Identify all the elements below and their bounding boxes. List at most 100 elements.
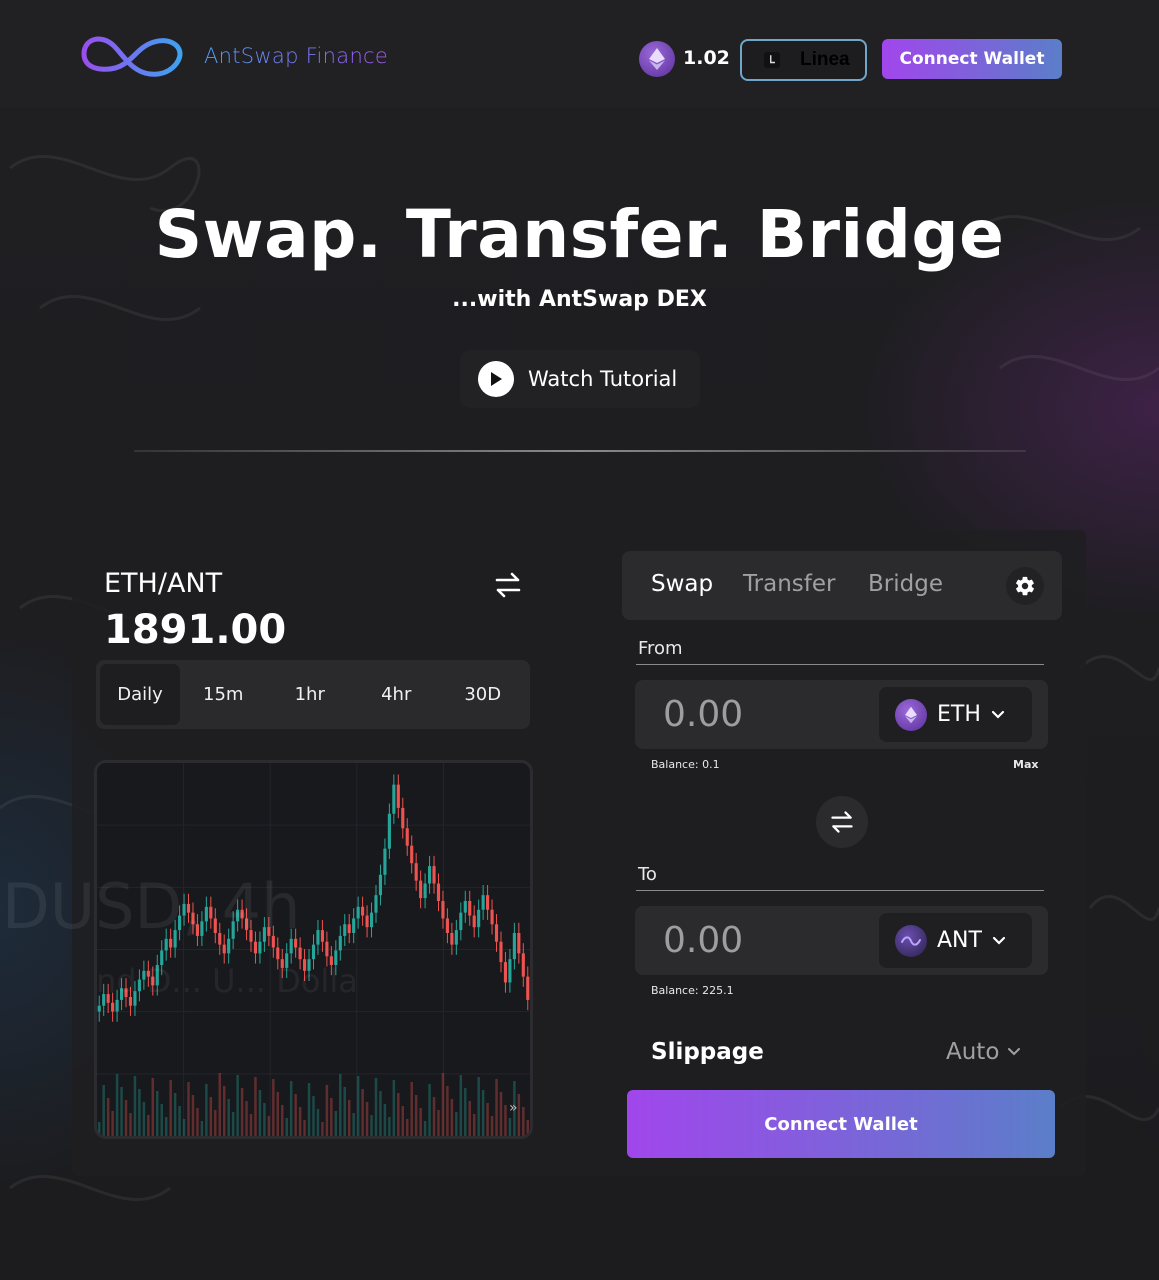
volume-bar [245, 1101, 248, 1136]
swap-pair-icon[interactable] [493, 570, 523, 600]
candle-body [253, 941, 258, 954]
candle-body [454, 930, 458, 945]
candle-body [365, 915, 369, 928]
to-amount-input[interactable] [663, 918, 863, 962]
candle-body [298, 947, 302, 960]
to-amount-box: ANT [635, 906, 1048, 975]
volume-bar [325, 1085, 329, 1136]
chart-scroll-right-icon[interactable]: » [509, 1100, 518, 1116]
volume-bar [383, 1104, 387, 1136]
volume-bar [481, 1090, 485, 1136]
volume-bar [379, 1091, 382, 1136]
volume-bar [294, 1094, 297, 1136]
candle-body [169, 938, 173, 948]
candle-body [124, 988, 128, 997]
timeframe-15m[interactable]: 15m [180, 664, 267, 725]
volume-bar [222, 1086, 226, 1136]
volume-bar [209, 1097, 213, 1136]
volume-bar [455, 1112, 458, 1136]
volume-bar [339, 1074, 342, 1136]
volume-bar [178, 1106, 181, 1136]
tab-bridge[interactable]: Bridge [868, 571, 943, 597]
antswap-logo-icon[interactable] [80, 32, 186, 80]
volume-bar [205, 1084, 208, 1136]
volume-bar [227, 1099, 230, 1136]
watch-tutorial-label: Watch Tutorial [528, 367, 678, 391]
timeframe-1hr[interactable]: 1hr [267, 664, 354, 725]
volume-bar [397, 1093, 400, 1136]
price-chart[interactable] [94, 760, 533, 1139]
volume-bar [321, 1122, 324, 1136]
candle-body [195, 924, 200, 936]
slippage-value: Auto [946, 1039, 1000, 1065]
candle-body [486, 895, 490, 910]
candle-body [133, 991, 137, 1006]
candle-body [106, 994, 110, 1003]
watch-tutorial-button[interactable]: Watch Tutorial [460, 350, 700, 408]
candle-body [146, 970, 150, 977]
timeframe-30d[interactable]: 30D [440, 664, 527, 725]
connect-wallet-header-button[interactable]: Connect Wallet [882, 39, 1062, 79]
timeframe-4hr[interactable]: 4hr [353, 664, 440, 725]
eth-balance: 1.02 [683, 47, 730, 69]
connect-wallet-button[interactable]: Connect Wallet [627, 1090, 1055, 1158]
candle-body [240, 909, 244, 919]
volume-bar [281, 1105, 284, 1136]
candle-body [173, 930, 177, 948]
candle-body [307, 959, 311, 971]
volume-bar [138, 1089, 141, 1136]
chevron-down-icon [1008, 1048, 1021, 1056]
volume-bar [334, 1111, 338, 1136]
volume-bar [468, 1101, 471, 1136]
volume-bar [414, 1095, 418, 1136]
from-token-select[interactable]: ETH [879, 687, 1032, 742]
volume-bar [129, 1113, 132, 1136]
candle-body [463, 901, 467, 913]
volume-bar [160, 1104, 163, 1136]
volume-bar [508, 1118, 512, 1136]
top-header: AntSwap Finance 1.02 ᒪ Linea Connect Wal… [0, 0, 1159, 108]
ant-token-icon [895, 924, 927, 957]
volume-bar [446, 1086, 449, 1136]
switch-tokens-button[interactable] [816, 796, 868, 848]
tab-swap[interactable]: Swap [651, 571, 713, 597]
volume-bar [263, 1103, 266, 1136]
volume-bar [495, 1079, 498, 1136]
to-token-select[interactable]: ANT [879, 913, 1032, 968]
candle-body [343, 924, 347, 936]
volume-bar [303, 1120, 306, 1136]
volume-bar [196, 1108, 199, 1136]
timeframe-daily[interactable]: Daily [100, 664, 180, 725]
volume-bar [98, 1122, 101, 1136]
volume-bar [124, 1100, 128, 1136]
candle-body [521, 953, 525, 977]
candle-body [102, 994, 106, 1006]
from-token-symbol: ETH [937, 702, 981, 727]
slippage-dropdown[interactable]: Auto [946, 1039, 1021, 1065]
from-label: From [638, 638, 683, 659]
candlestick-chart [97, 763, 530, 1136]
play-icon [478, 361, 514, 397]
candle-body [182, 903, 186, 916]
volume-bar [272, 1079, 275, 1136]
volume-bar [522, 1107, 525, 1136]
candle-body [481, 895, 485, 910]
volume-bar [240, 1088, 244, 1136]
candle-body [115, 999, 119, 1012]
hero-subtitle: ...with AntSwap DEX [452, 287, 707, 312]
brand-name: AntSwap Finance [204, 44, 389, 68]
settings-gear-icon[interactable] [1006, 567, 1044, 605]
pair-price: 1891.00 [104, 607, 287, 653]
candle-body [325, 941, 329, 957]
volume-bar [365, 1102, 369, 1136]
volume-bar [406, 1119, 409, 1136]
max-button[interactable]: Max [1013, 758, 1038, 771]
candle-body [526, 976, 530, 1000]
volume-bar [254, 1077, 257, 1136]
tab-transfer[interactable]: Transfer [743, 571, 835, 597]
from-amount-input[interactable] [663, 692, 863, 736]
volume-bar [441, 1073, 445, 1136]
volume-bar [499, 1092, 503, 1136]
volume-bar [307, 1083, 311, 1136]
network-selector-button[interactable]: ᒪ Linea [740, 39, 867, 81]
